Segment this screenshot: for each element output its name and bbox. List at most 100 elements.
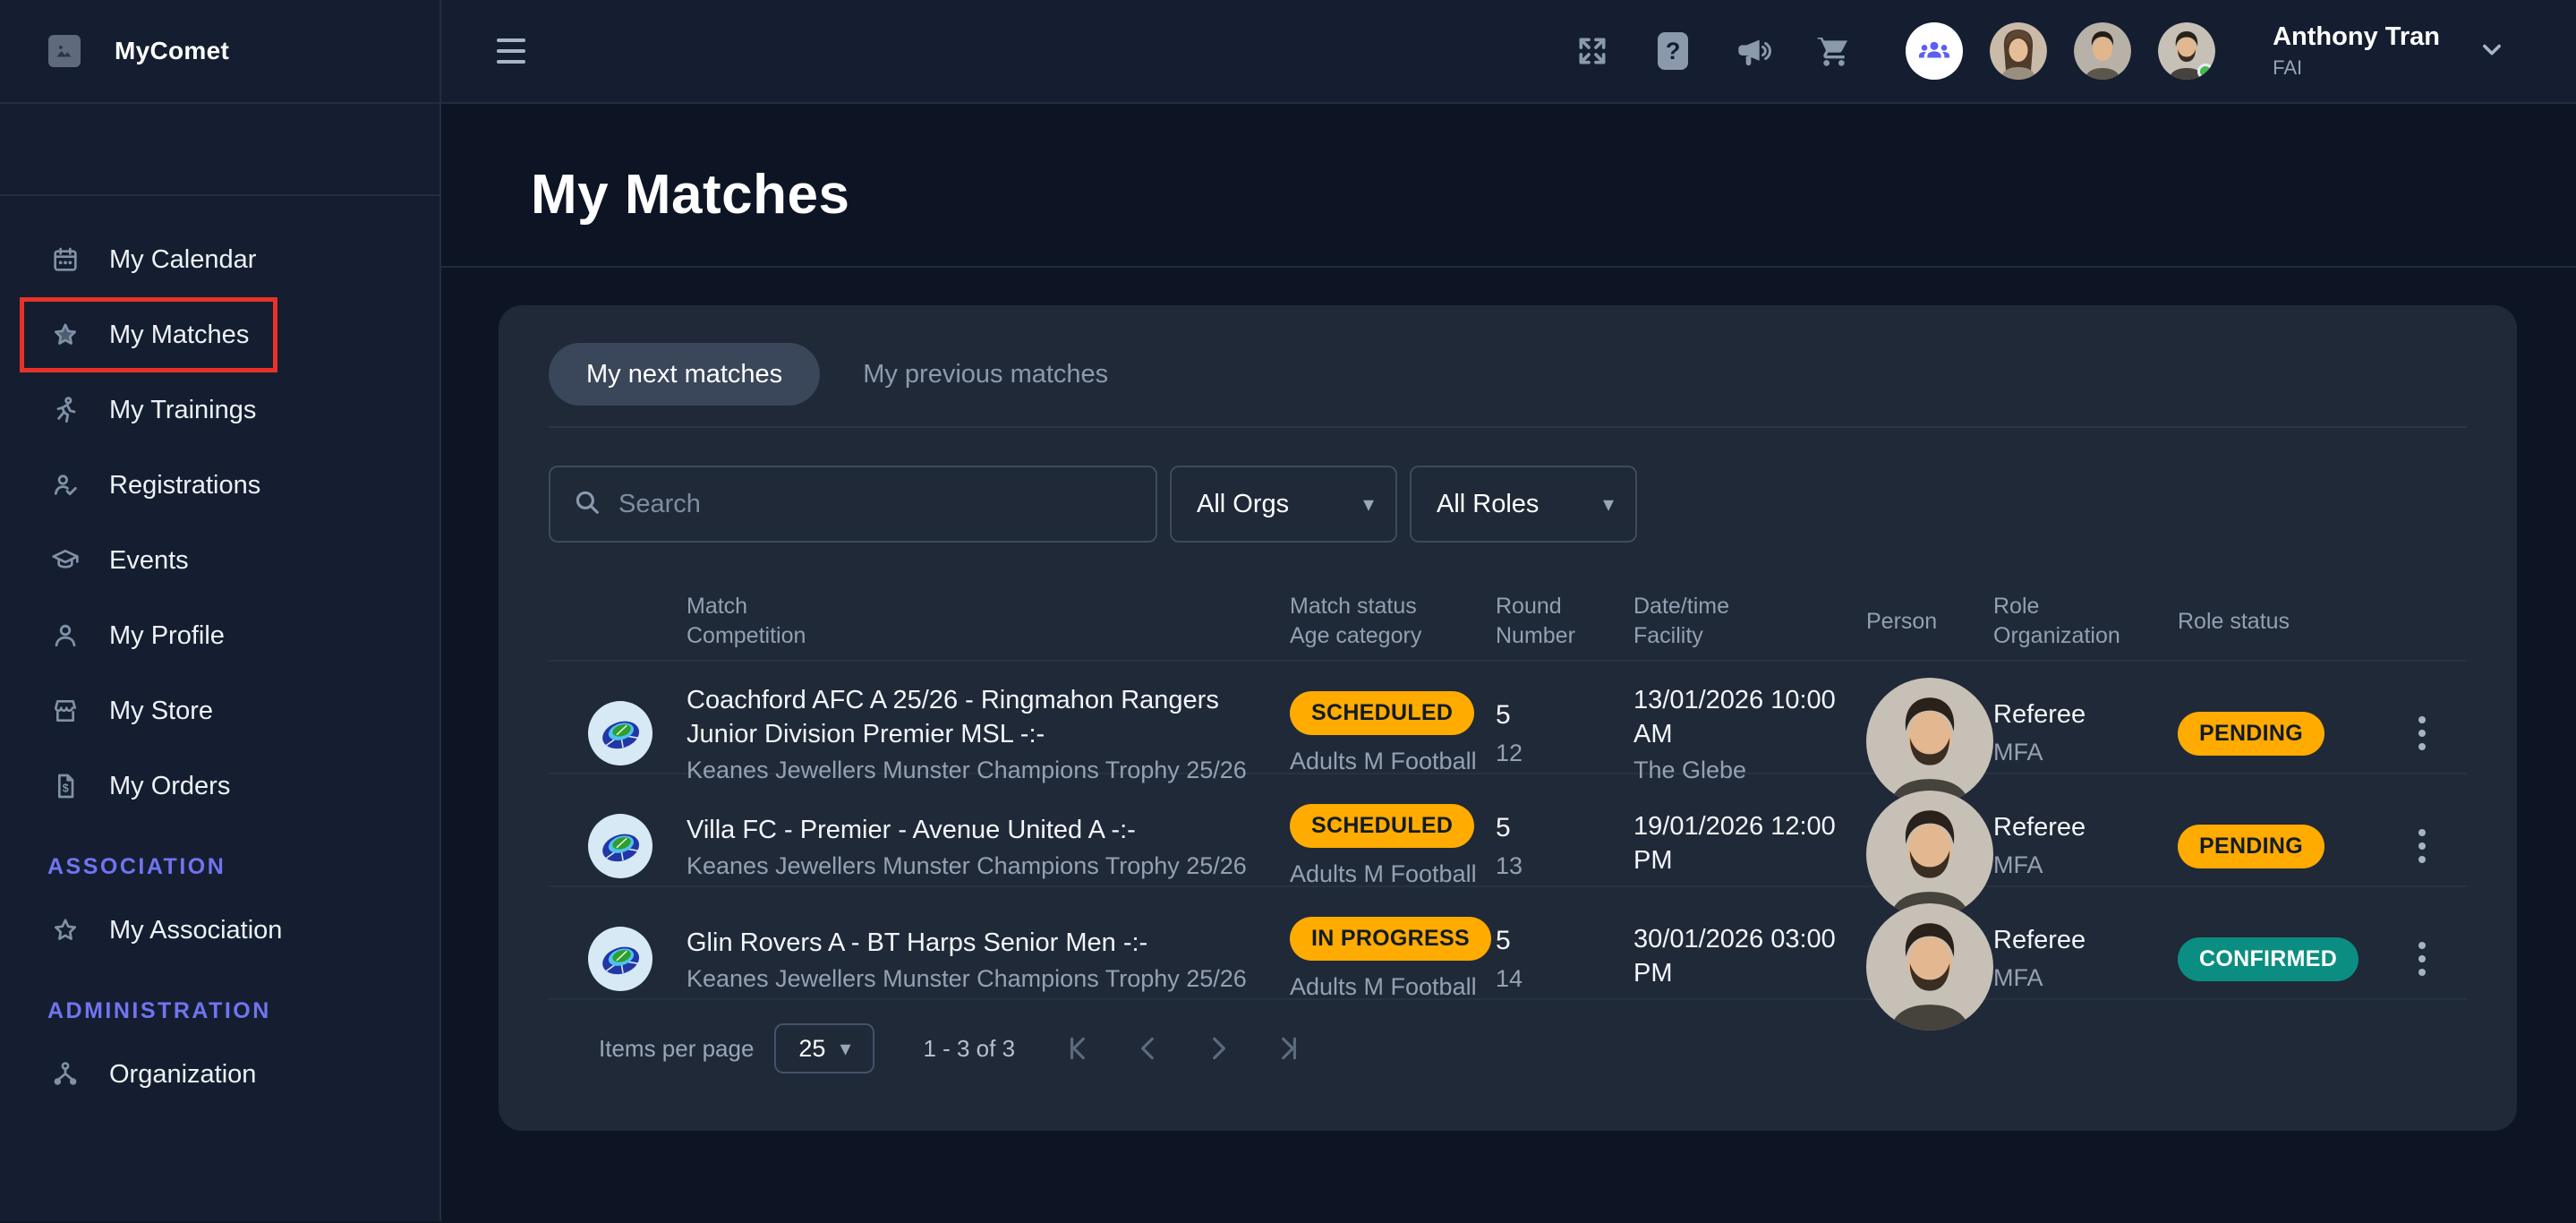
calendar-icon [51,245,80,274]
filter-row: All Orgs▾ All Roles▾ [549,466,2467,543]
sidebar-item-my-trainings[interactable]: My Trainings [0,372,439,448]
match-title: Coachford AFC A 25/26 - Ringmahon Ranger… [687,683,1290,751]
match-competition: Keanes Jewellers Munster Champions Troph… [687,965,1290,993]
chevron-down-icon: ▾ [1603,492,1614,517]
announcements-icon[interactable] [1736,33,1771,69]
svg-text:$: $ [63,782,69,794]
tab-previous-matches[interactable]: My previous matches [863,360,1108,389]
sidebar-item-my-association[interactable]: My Association [0,893,439,968]
sidebar: My Calendar My Matches My Trainings Re [0,104,441,1221]
page-title: My Matches [499,163,2517,227]
match-title: Villa FC - Premier - Avenue United A -:- [687,813,1290,847]
online-status-dot [2197,64,2213,80]
match-competition: Keanes Jewellers Munster Champions Troph… [687,852,1290,880]
kebab-menu-icon[interactable] [2395,711,2449,756]
sidebar-item-my-profile[interactable]: My Profile [0,598,439,673]
page-range: 1 - 3 of 3 [923,1035,1015,1063]
app-title: MyComet [115,37,229,65]
tab-next-matches[interactable]: My next matches [549,343,820,406]
age-category: Adults M Football [1290,748,1496,775]
avatar-group [1906,22,2215,80]
match-datetime: 19/01/2026 12:00 PM [1633,809,1866,877]
group-avatar-icon[interactable] [1906,22,1963,80]
age-category: Adults M Football [1290,860,1496,888]
cart-icon[interactable] [1816,33,1852,69]
help-icon[interactable]: ? [1655,33,1691,69]
round: 5 [1496,926,1633,956]
matches-card: My next matches My previous matches All … [499,305,2517,1131]
previous-page-icon[interactable] [1131,1031,1165,1065]
table-header: MatchCompetition Match statusAge categor… [549,592,2467,651]
pager-controls [1062,1031,1305,1065]
kebab-menu-icon[interactable] [2395,936,2449,981]
person-check-icon [51,471,80,500]
image-placeholder-icon [48,35,81,67]
fullscreen-icon[interactable] [1574,33,1610,69]
sidebar-item-my-orders[interactable]: $ My Orders [0,748,439,824]
chevron-down-icon: ▾ [840,1036,850,1062]
brand: MyComet [0,0,441,102]
next-page-icon[interactable] [1201,1031,1235,1065]
match-datetime: 30/01/2026 03:00 PM [1633,922,1866,990]
sidebar-item-my-calendar[interactable]: My Calendar [0,222,439,297]
graduation-cap-icon [51,546,80,575]
star-icon [51,321,80,349]
last-page-icon[interactable] [1271,1031,1305,1065]
age-category: Adults M Football [1290,973,1496,1001]
role-organization: MFA [1993,851,2178,879]
table-row[interactable]: Glin Rovers A - BT Harps Senior Men -:- … [549,885,2467,998]
match-datetime: 13/01/2026 10:00 AM [1633,683,1866,751]
items-per-page-label: Items per page [599,1035,754,1063]
avatar-user-3[interactable] [2158,22,2215,80]
role-status-badge: CONFIRMED [2178,937,2358,981]
table-row[interactable]: Villa FC - Premier - Avenue United A -:-… [549,773,2467,885]
person-icon [51,621,80,650]
search-input[interactable] [618,490,1134,519]
first-page-icon[interactable] [1062,1031,1096,1065]
user-name: Anthony Tran [2273,22,2440,52]
kebab-menu-icon[interactable] [2395,824,2449,868]
chevron-down-icon[interactable] [2479,37,2504,66]
menu-icon[interactable] [497,38,525,64]
section-association: ASSOCIATION [0,824,439,893]
chevron-down-icon: ▾ [1363,492,1374,517]
topbar-actions: ? [1574,22,2576,80]
pagination: Items per page 25▾ 1 - 3 of 3 [549,1023,2467,1073]
match-status-badge: IN PROGRESS [1290,917,1491,961]
sidebar-item-my-store[interactable]: My Store [0,673,439,748]
org-chart-icon [51,1060,80,1089]
sidebar-item-my-matches[interactable]: My Matches [0,297,439,372]
sidebar-item-events[interactable]: Events [0,523,439,598]
match-title: Glin Rovers A - BT Harps Senior Men -:- [687,926,1290,960]
orgs-select[interactable]: All Orgs▾ [1170,466,1397,543]
team-logo [588,927,653,991]
star-icon [51,916,80,945]
page-size-select[interactable]: 25▾ [774,1023,874,1073]
tabs-divider [549,426,2467,428]
user-menu[interactable]: Anthony Tran FAI [2273,22,2440,80]
match-competition: Keanes Jewellers Munster Champions Troph… [687,757,1290,784]
role: Referee [1993,926,2178,955]
avatar-user-1[interactable] [1990,22,2047,80]
top-bar: MyComet ? [0,0,2576,104]
main-content: My Matches My next matches My previous m… [441,104,2576,1221]
table-row[interactable]: Coachford AFC A 25/26 - Ringmahon Ranger… [549,660,2467,773]
title-divider [441,266,2576,268]
search-box [549,466,1157,543]
role-organization: MFA [1993,964,2178,992]
match-status-badge: SCHEDULED [1290,804,1474,848]
team-logo [588,701,653,765]
role-status-badge: PENDING [2178,712,2324,756]
invoice-icon: $ [51,772,80,800]
round-number: 13 [1496,852,1633,880]
team-logo [588,814,653,878]
round: 5 [1496,700,1633,731]
sidebar-item-registrations[interactable]: Registrations [0,448,439,523]
search-icon [572,487,602,522]
roles-select[interactable]: All Roles▾ [1410,466,1637,543]
sidebar-item-organization[interactable]: Organization [0,1037,439,1112]
round-number: 14 [1496,965,1633,993]
runner-icon [51,396,80,424]
avatar-user-2[interactable] [2074,22,2131,80]
match-status-badge: SCHEDULED [1290,691,1474,735]
